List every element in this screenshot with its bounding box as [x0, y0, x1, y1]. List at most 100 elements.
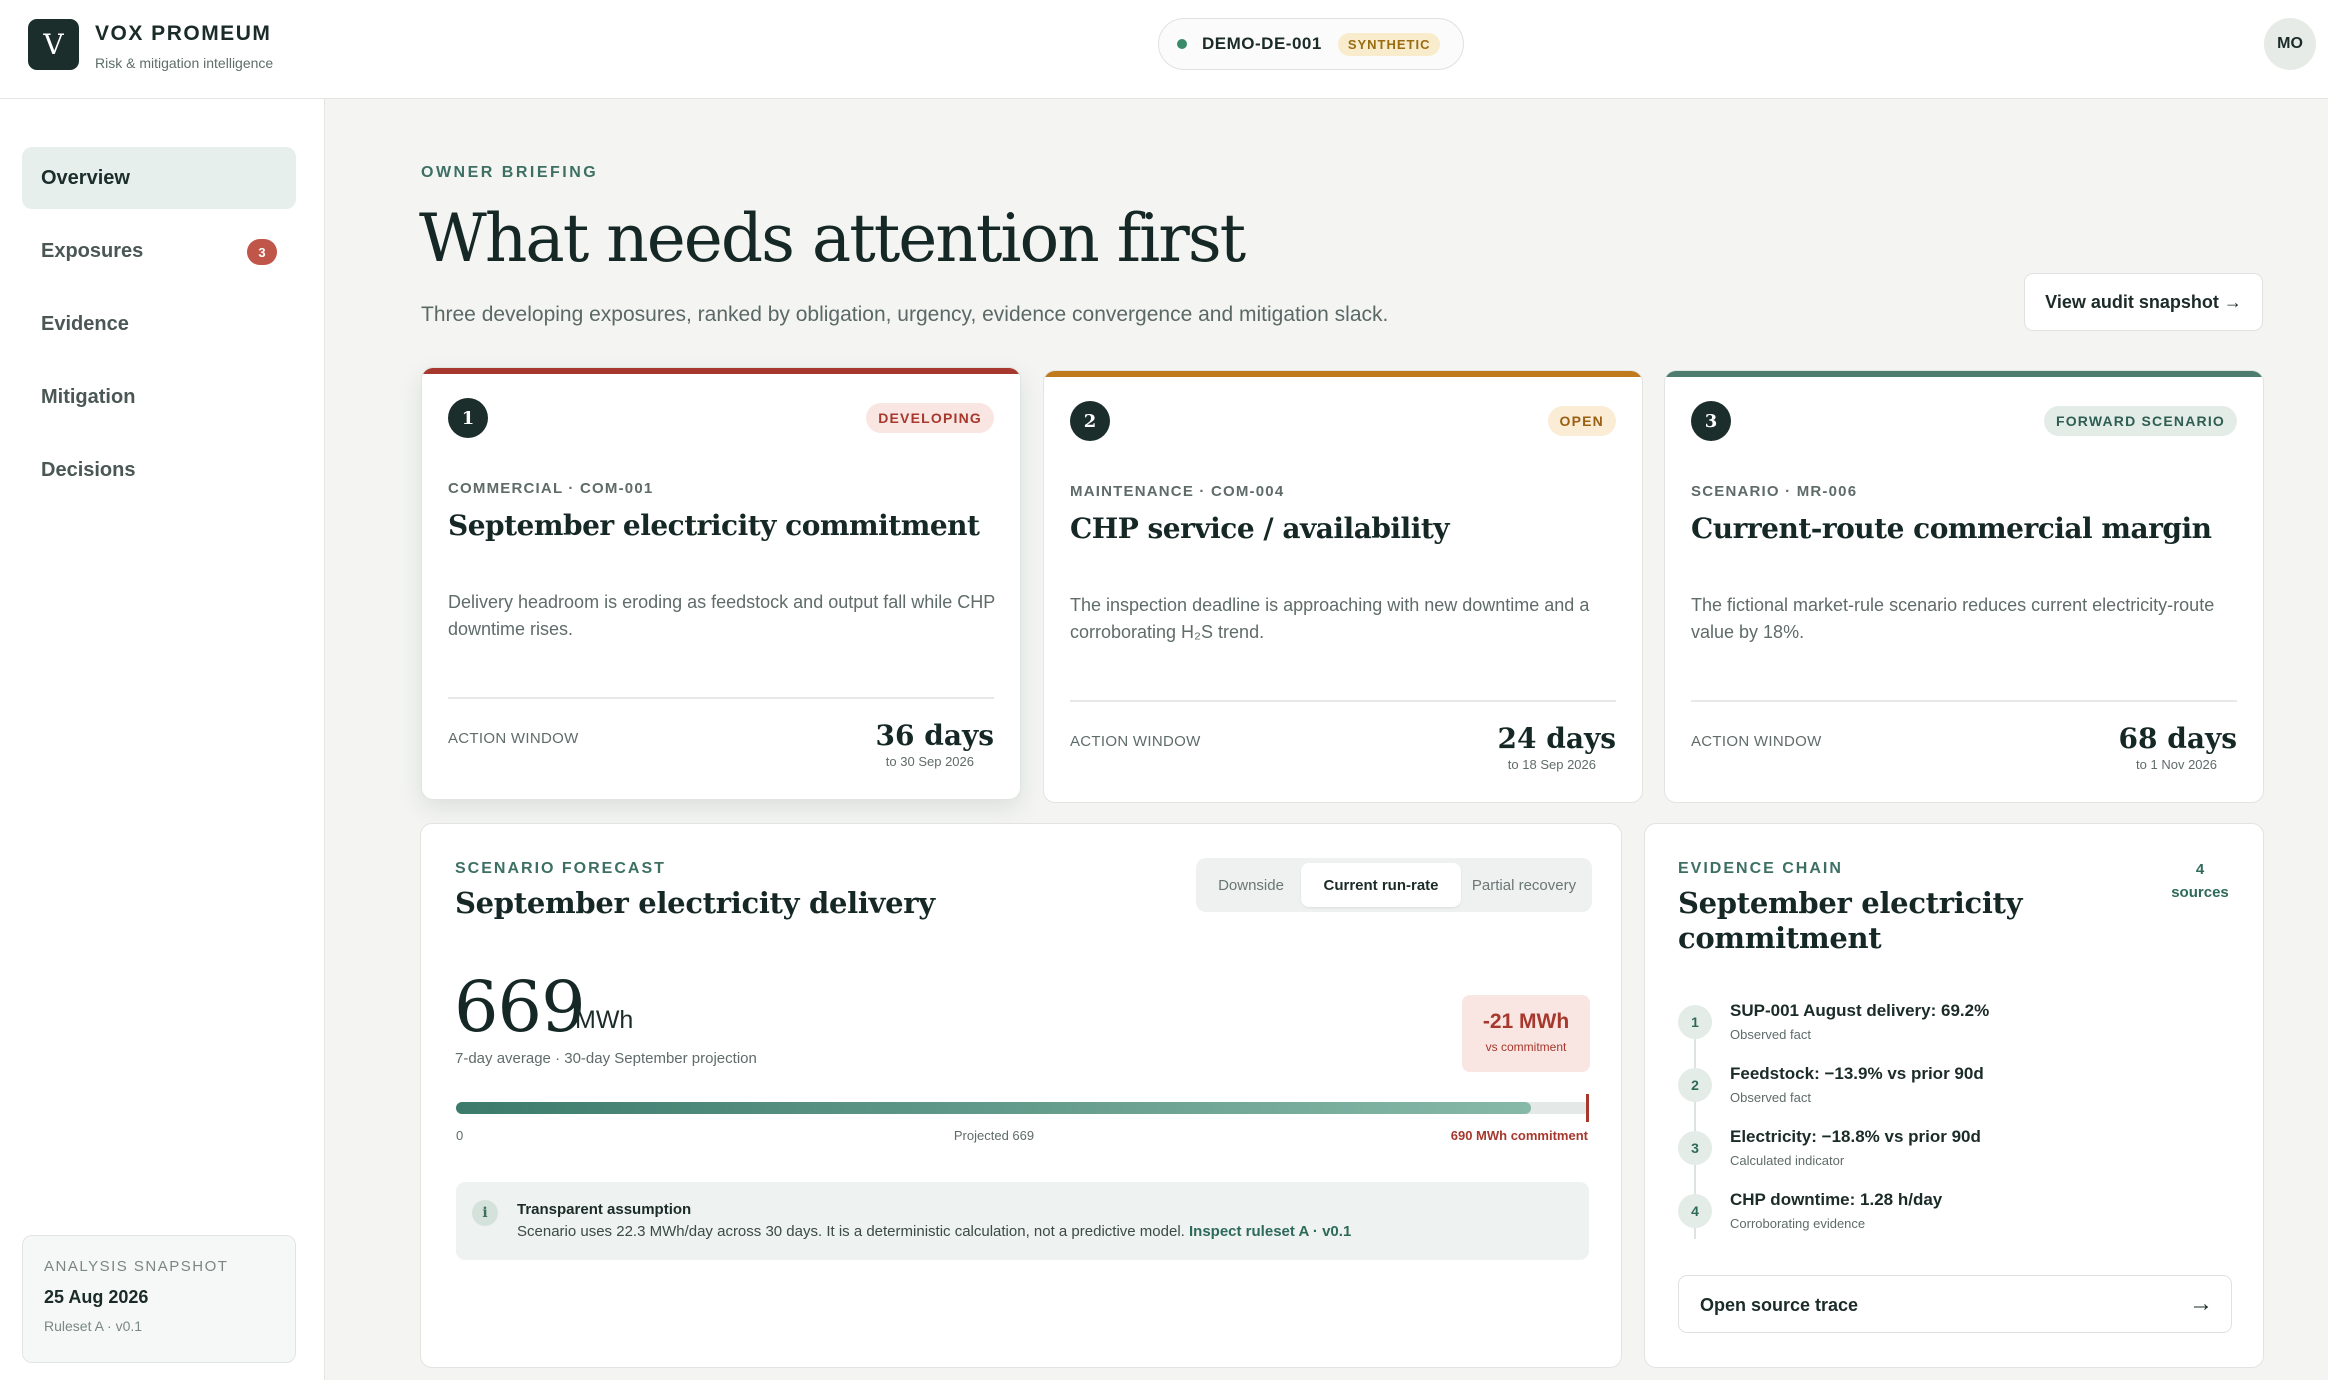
sources-count: 4 sources — [2160, 858, 2240, 904]
top-header: V VOX PROMEUM Risk & mitigation intellig… — [0, 0, 2328, 99]
sidebar-item-exposures[interactable]: Exposures 3 — [22, 220, 296, 282]
evidence-text: Feedstock: −13.9% vs prior 90d — [1730, 1064, 1984, 1083]
evidence-item[interactable]: 3 Electricity: −18.8% vs prior 90d Calcu… — [1678, 1127, 2238, 1187]
view-audit-snapshot-button[interactable]: View audit snapshot → — [2024, 273, 2263, 331]
forecast-unit: MWh — [575, 1006, 634, 1034]
sidebar: Overview Exposures 3 Evidence Mitigation… — [0, 99, 325, 1380]
scenario-forecast-panel: SCENARIO FORECAST September electricity … — [420, 823, 1622, 1368]
evidence-step-number: 3 — [1678, 1131, 1712, 1165]
divider — [1691, 700, 2237, 702]
bar-projected-label: Projected 669 — [953, 1128, 1035, 1143]
exposure-code: COMMERCIAL · COM-001 — [448, 480, 654, 497]
exposure-card-com-004[interactable]: 2 OPEN MAINTENANCE · COM-004 CHP service… — [1043, 370, 1643, 803]
evidence-title: September electricity commitment — [1678, 886, 2023, 955]
card-accent-bar — [1044, 371, 1642, 377]
scenario-toggle: Downside Current run-rate Partial recove… — [1196, 858, 1592, 912]
open-source-trace-button[interactable]: Open source trace → — [1678, 1275, 2232, 1333]
divider — [1070, 700, 1616, 702]
card-accent-bar — [422, 368, 1020, 374]
forecast-caption: 7-day average · 30-day September project… — [455, 1050, 757, 1067]
evidence-kind: Observed fact — [1730, 1090, 1811, 1105]
user-avatar[interactable]: MO — [2264, 18, 2316, 70]
evidence-item[interactable]: 2 Feedstock: −13.9% vs prior 90d Observe… — [1678, 1064, 2238, 1124]
evidence-text: SUP-001 August delivery: 69.2% — [1730, 1001, 1990, 1020]
exposure-description: The fictional market-rule scenario reduc… — [1691, 595, 2215, 642]
sidebar-item-label: Exposures — [41, 239, 144, 262]
commitment-marker — [1586, 1094, 1589, 1122]
sidebar-item-mitigation[interactable]: Mitigation — [22, 366, 296, 428]
evidence-step-number: 4 — [1678, 1194, 1712, 1228]
page-subtitle: Three developing exposures, ranked by ob… — [421, 303, 1389, 326]
sidebar-item-evidence[interactable]: Evidence — [22, 293, 296, 355]
info-icon: i — [472, 1200, 498, 1226]
evidence-chain-panel: EVIDENCE CHAIN September electricity com… — [1644, 823, 2264, 1368]
sources-count-label: sources — [2171, 884, 2229, 901]
page-title: What needs attention first — [419, 200, 1246, 277]
snapshot-date: 25 Aug 2026 — [44, 1287, 149, 1307]
evidence-text: Electricity: −18.8% vs prior 90d — [1730, 1127, 1981, 1146]
forecast-value: 669 — [454, 966, 586, 1048]
exposure-title: September electricity commitment — [448, 509, 980, 542]
forecast-title: September electricity delivery — [455, 886, 935, 920]
sidebar-item-overview[interactable]: Overview — [22, 147, 296, 209]
logo[interactable]: V — [28, 19, 79, 70]
environment-selector[interactable]: DEMO-DE-001 SYNTHETIC — [1158, 18, 1464, 70]
exposure-title: Current-route commercial margin — [1691, 512, 2212, 545]
action-window-days: 36 days — [875, 719, 994, 752]
assumption-text: Scenario uses 22.3 MWh/day across 30 day… — [517, 1223, 1185, 1240]
page-eyebrow: OWNER BRIEFING — [421, 164, 599, 181]
action-window-deadline: to 1 Nov 2026 — [2136, 757, 2217, 772]
scenario-option-partial-recovery[interactable]: Partial recovery — [1461, 863, 1587, 907]
status-badge: DEVELOPING — [866, 403, 994, 433]
count-badge: 3 — [247, 239, 277, 265]
app-tagline: Risk & mitigation intelligence — [95, 55, 274, 71]
action-window-label: ACTION WINDOW — [1070, 733, 1201, 750]
action-window-days: 68 days — [2118, 722, 2237, 755]
evidence-kind: Corroborating evidence — [1730, 1216, 1866, 1231]
assumption-title: Transparent assumption — [517, 1201, 692, 1218]
bar-zero-label: 0 — [456, 1128, 464, 1143]
bar-commitment-label: 690 MWh commitment — [1450, 1128, 1588, 1143]
status-badge: FORWARD SCENARIO — [2043, 406, 2237, 436]
exposure-card-mr-006[interactable]: 3 FORWARD SCENARIO SCENARIO · MR-006 Cur… — [1664, 370, 2264, 803]
delta-caption: vs commitment — [1485, 1040, 1567, 1054]
sidebar-item-label: Mitigation — [41, 385, 136, 408]
scenario-option-downside[interactable]: Downside — [1201, 863, 1301, 907]
action-window-deadline: to 18 Sep 2026 — [1507, 757, 1596, 772]
sources-count-value: 4 — [2195, 861, 2205, 878]
exposure-description: Delivery headroom is eroding as feedstoc… — [448, 592, 995, 639]
sidebar-item-label: Evidence — [41, 312, 129, 335]
action-window-days: 24 days — [1497, 722, 1616, 755]
evidence-step-number: 1 — [1678, 1005, 1712, 1039]
delta-badge: -21 MWh vs commitment — [1462, 995, 1590, 1072]
exposure-description: The inspection deadline is approaching w… — [1070, 595, 1590, 642]
exposure-code: SCENARIO · MR-006 — [1691, 483, 1858, 500]
evidence-item[interactable]: 1 SUP-001 August delivery: 69.2% Observe… — [1678, 1001, 2238, 1061]
divider — [448, 697, 994, 699]
inspect-ruleset-link[interactable]: Inspect ruleset A · v0.1 — [1189, 1223, 1351, 1240]
status-badge: OPEN — [1547, 406, 1616, 436]
rank-badge: 2 — [1070, 401, 1110, 441]
sidebar-item-label: Decisions — [41, 458, 136, 481]
trace-button-label: Open source trace — [1700, 1295, 1859, 1315]
arrow-right-icon: → — [2189, 1290, 2213, 1317]
assumption-note: i Transparent assumption Scenario uses 2… — [456, 1182, 1589, 1260]
card-accent-bar — [1665, 371, 2263, 377]
sidebar-item-decisions[interactable]: Decisions — [22, 439, 296, 501]
exposure-code: MAINTENANCE · COM-004 — [1070, 483, 1285, 500]
assumption-body: Scenario uses 22.3 MWh/day across 30 day… — [517, 1223, 1351, 1240]
action-window-label: ACTION WINDOW — [448, 730, 579, 747]
action-window-label: ACTION WINDOW — [1691, 733, 1822, 750]
evidence-item[interactable]: 4 CHP downtime: 1.28 h/day Corroborating… — [1678, 1190, 2238, 1250]
snapshot-label: ANALYSIS SNAPSHOT — [44, 1258, 229, 1275]
scenario-option-current-run-rate[interactable]: Current run-rate — [1301, 863, 1461, 907]
environment-name: DEMO-DE-001 — [1202, 34, 1322, 53]
exposure-card-com-001[interactable]: 1 DEVELOPING COMMERCIAL · COM-001 Septem… — [421, 367, 1021, 800]
projection-bar-fill — [456, 1102, 1531, 1114]
evidence-kind: Observed fact — [1730, 1027, 1811, 1042]
app-name: VOX PROMEUM — [95, 22, 272, 45]
evidence-kind: Calculated indicator — [1730, 1153, 1845, 1168]
rank-badge: 1 — [448, 398, 488, 438]
environment-badge: SYNTHETIC — [1337, 32, 1441, 56]
forecast-eyebrow: SCENARIO FORECAST — [455, 860, 666, 877]
